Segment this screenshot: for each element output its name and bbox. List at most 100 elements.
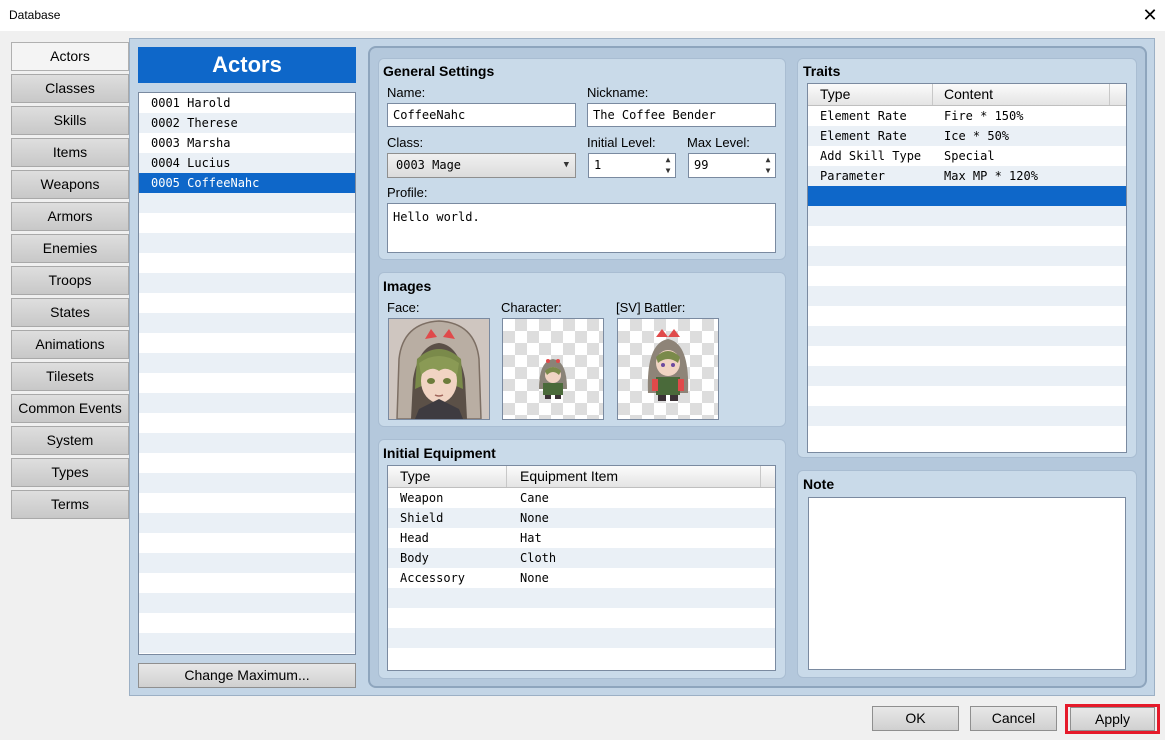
empty-row[interactable] <box>808 286 1126 306</box>
sidebar-item-types[interactable]: Types <box>11 458 129 487</box>
ok-button[interactable]: OK <box>872 706 959 731</box>
equipment-col-item[interactable]: Equipment Item <box>506 466 618 487</box>
empty-row[interactable] <box>139 553 355 573</box>
name-input[interactable]: CoffeeNahc <box>387 103 576 127</box>
empty-row[interactable] <box>139 313 355 333</box>
empty-row[interactable] <box>808 266 1126 286</box>
sidebar-item-classes[interactable]: Classes <box>11 74 129 103</box>
trait-row[interactable]: Parameter Max MP * 120% <box>808 166 1126 186</box>
actor-list-item[interactable]: 0005 CoffeeNahc <box>139 173 355 193</box>
empty-row[interactable] <box>139 433 355 453</box>
max-level-stepper[interactable]: 99 ▲ ▼ <box>688 153 776 178</box>
sidebar-item-animations[interactable]: Animations <box>11 330 129 359</box>
profile-textarea[interactable]: Hello world. <box>387 203 776 253</box>
sidebar-item-system[interactable]: System <box>11 426 129 455</box>
equipment-row[interactable]: Head Hat <box>388 528 775 548</box>
empty-row[interactable] <box>139 393 355 413</box>
empty-row[interactable] <box>808 306 1126 326</box>
actor-list-item[interactable]: 0004 Lucius <box>139 153 355 173</box>
empty-row[interactable] <box>139 233 355 253</box>
equipment-row[interactable]: Body Cloth <box>388 548 775 568</box>
empty-row[interactable] <box>139 533 355 553</box>
empty-row[interactable] <box>808 206 1126 226</box>
cancel-button[interactable]: Cancel <box>970 706 1057 731</box>
trait-row[interactable]: Element Rate Ice * 50% <box>808 126 1126 146</box>
empty-row[interactable] <box>808 346 1126 366</box>
empty-row[interactable] <box>139 493 355 513</box>
spin-up-icon[interactable]: ▲ <box>763 155 773 165</box>
trait-row-selected-empty[interactable] <box>808 186 1126 206</box>
empty-row[interactable] <box>808 386 1126 406</box>
empty-row[interactable] <box>139 353 355 373</box>
empty-row[interactable] <box>139 453 355 473</box>
class-select[interactable]: 0003 Mage ▼ <box>387 153 576 178</box>
traits-col-content[interactable]: Content <box>932 84 993 105</box>
nickname-label: Nickname: <box>587 85 649 100</box>
character-image[interactable] <box>502 318 604 420</box>
trait-row[interactable]: Add Skill Type Special <box>808 146 1126 166</box>
empty-row[interactable] <box>139 293 355 313</box>
sidebar-item-weapons[interactable]: Weapons <box>11 170 129 199</box>
images-title: Images <box>383 278 432 294</box>
sidebar-item-armors[interactable]: Armors <box>11 202 129 231</box>
empty-row[interactable] <box>139 573 355 593</box>
empty-row[interactable] <box>139 633 355 653</box>
sidebar-item-common-events[interactable]: Common Events <box>11 394 129 423</box>
sidebar-item-actors[interactable]: Actors <box>11 42 129 71</box>
actor-list-item[interactable]: 0002 Therese <box>139 113 355 133</box>
empty-row[interactable] <box>139 413 355 433</box>
sidebar-item-terms[interactable]: Terms <box>11 490 129 519</box>
sidebar-item-items[interactable]: Items <box>11 138 129 167</box>
trait-row[interactable]: Element Rate Fire * 150% <box>808 106 1126 126</box>
equipment-col-type[interactable]: Type <box>400 466 430 487</box>
sidebar-item-enemies[interactable]: Enemies <box>11 234 129 263</box>
empty-row[interactable] <box>139 373 355 393</box>
empty-row[interactable] <box>139 513 355 533</box>
change-maximum-button[interactable]: Change Maximum... <box>138 663 356 688</box>
initial-level-stepper[interactable]: 1 ▲ ▼ <box>588 153 676 178</box>
face-image[interactable] <box>388 318 490 420</box>
equipment-row[interactable]: Accessory None <box>388 568 775 588</box>
close-icon[interactable]: ✕ <box>1139 3 1161 27</box>
empty-row[interactable] <box>808 226 1126 246</box>
empty-row[interactable] <box>388 628 775 648</box>
actor-list-item[interactable]: 0001 Harold <box>139 93 355 113</box>
sidebar-item-states[interactable]: States <box>11 298 129 327</box>
empty-row[interactable] <box>808 326 1126 346</box>
sidebar-item-troops[interactable]: Troops <box>11 266 129 295</box>
empty-row[interactable] <box>808 406 1126 426</box>
empty-row[interactable] <box>808 246 1126 266</box>
empty-row[interactable] <box>139 253 355 273</box>
spin-up-icon[interactable]: ▲ <box>663 155 673 165</box>
spin-down-icon[interactable]: ▼ <box>763 166 773 176</box>
empty-row[interactable] <box>139 193 355 213</box>
battler-image[interactable] <box>617 318 719 420</box>
empty-row[interactable] <box>388 608 775 628</box>
empty-row[interactable] <box>139 593 355 613</box>
empty-row[interactable] <box>808 366 1126 386</box>
nickname-input[interactable]: The Coffee Bender <box>587 103 776 127</box>
name-label: Name: <box>387 85 426 100</box>
note-textarea[interactable] <box>808 497 1126 670</box>
empty-row[interactable] <box>139 613 355 633</box>
equipment-row[interactable]: Weapon Cane <box>388 488 775 508</box>
empty-row[interactable] <box>388 588 775 608</box>
traits-table[interactable]: Type Content Element Rate Fire * 150% Elem… <box>807 83 1127 453</box>
empty-row[interactable] <box>139 473 355 493</box>
empty-row[interactable] <box>808 426 1126 446</box>
empty-row[interactable] <box>388 648 775 668</box>
trait-content-cell: Special <box>944 149 995 163</box>
apply-button[interactable]: Apply <box>1070 707 1155 731</box>
empty-row[interactable] <box>139 333 355 353</box>
actor-list-item[interactable]: 0003 Marsha <box>139 133 355 153</box>
equipment-row[interactable]: Shield None <box>388 508 775 528</box>
sidebar-item-skills[interactable]: Skills <box>11 106 129 135</box>
empty-row[interactable] <box>139 213 355 233</box>
equipment-table[interactable]: Type Equipment Item Weapon Cane Shield None… <box>387 465 776 671</box>
equipment-item-cell: None <box>520 571 549 585</box>
spin-down-icon[interactable]: ▼ <box>663 166 673 176</box>
actor-list[interactable]: 0001 Harold 0002 Therese 0003 Marsha 0004 L… <box>138 92 356 655</box>
sidebar-item-tilesets[interactable]: Tilesets <box>11 362 129 391</box>
empty-row[interactable] <box>139 273 355 293</box>
traits-col-type[interactable]: Type <box>820 84 850 105</box>
